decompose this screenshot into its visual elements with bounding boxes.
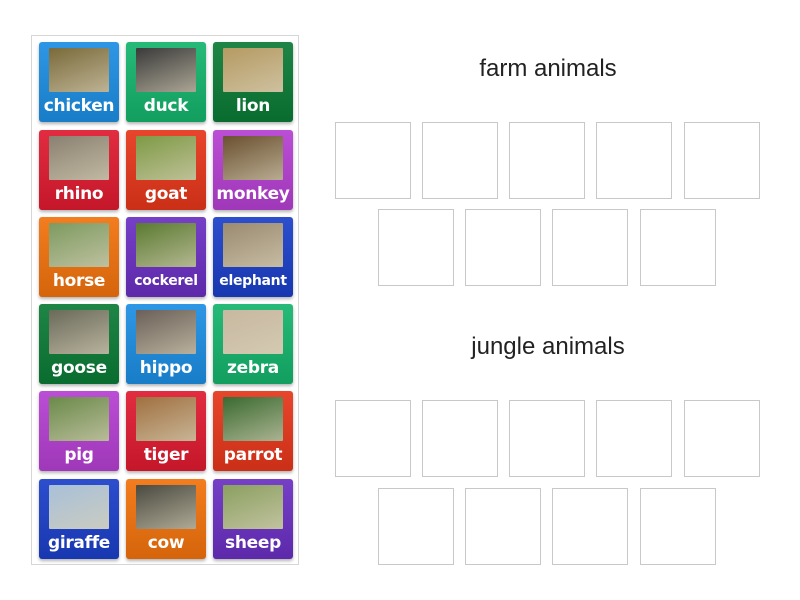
tile-label: goat <box>144 184 188 204</box>
tile-label: goose <box>51 358 107 378</box>
hippo-image <box>136 310 196 354</box>
tile-label: giraffe <box>47 533 111 553</box>
lion-image <box>223 48 283 92</box>
group-title: farm animals <box>479 55 617 82</box>
drop-slot[interactable] <box>596 122 672 199</box>
drop-slot[interactable] <box>684 400 760 477</box>
tile-monkey[interactable]: monkey <box>213 130 293 210</box>
tile-label: elephant <box>219 273 287 289</box>
tile-goat[interactable]: goat <box>126 130 206 210</box>
giraffe-image <box>49 485 109 529</box>
tile-goose[interactable]: goose <box>39 304 119 384</box>
tile-label: cockerel <box>134 273 198 289</box>
rhino-image <box>49 136 109 180</box>
pig-image <box>49 397 109 441</box>
drop-slot[interactable] <box>465 209 541 286</box>
drop-slot[interactable] <box>335 400 411 477</box>
tile-label: horse <box>52 271 106 291</box>
monkey-image <box>223 136 283 180</box>
drop-slot[interactable] <box>684 122 760 199</box>
tile-label: sheep <box>225 533 281 553</box>
tile-cockerel[interactable]: cockerel <box>126 217 206 297</box>
drop-slot[interactable] <box>552 488 628 565</box>
tile-tiger[interactable]: tiger <box>126 391 206 471</box>
drop-slot[interactable] <box>509 400 585 477</box>
drop-slot[interactable] <box>465 488 541 565</box>
group-title: jungle animals <box>471 333 625 360</box>
drop-slot[interactable] <box>552 209 628 286</box>
duck-image <box>136 48 196 92</box>
tile-hippo[interactable]: hippo <box>126 304 206 384</box>
tile-rhino[interactable]: rhino <box>39 130 119 210</box>
drop-slot[interactable] <box>422 122 498 199</box>
tile-label: lion <box>235 96 271 116</box>
tile-pig[interactable]: pig <box>39 391 119 471</box>
drop-slot[interactable] <box>509 122 585 199</box>
drop-slot[interactable] <box>335 122 411 199</box>
horse-image <box>49 223 109 267</box>
tile-label: pig <box>64 445 94 465</box>
tile-label: zebra <box>227 358 279 378</box>
tile-lion[interactable]: lion <box>213 42 293 122</box>
tile-zebra[interactable]: zebra <box>213 304 293 384</box>
elephant-image <box>223 223 283 267</box>
tile-label: rhino <box>54 184 104 204</box>
sheep-image <box>223 485 283 529</box>
tile-horse[interactable]: horse <box>39 217 119 297</box>
chicken-image <box>49 48 109 92</box>
tile-label: monkey <box>216 184 290 204</box>
tile-giraffe[interactable]: giraffe <box>39 479 119 559</box>
drop-slot[interactable] <box>640 488 716 565</box>
drop-slot[interactable] <box>378 209 454 286</box>
tile-label: duck <box>143 96 189 116</box>
drop-slot[interactable] <box>596 400 672 477</box>
tile-label: cow <box>147 533 185 553</box>
goose-image <box>49 310 109 354</box>
drop-slot[interactable] <box>640 209 716 286</box>
tile-duck[interactable]: duck <box>126 42 206 122</box>
cow-image <box>136 485 196 529</box>
tile-label: chicken <box>43 96 115 116</box>
tile-label: hippo <box>139 358 193 378</box>
cockerel-image <box>136 223 196 267</box>
tile-chicken[interactable]: chicken <box>39 42 119 122</box>
goat-image <box>136 136 196 180</box>
tile-elephant[interactable]: elephant <box>213 217 293 297</box>
tile-cow[interactable]: cow <box>126 479 206 559</box>
tile-label: tiger <box>143 445 189 465</box>
tile-parrot[interactable]: parrot <box>213 391 293 471</box>
tile-label: parrot <box>223 445 283 465</box>
parrot-image <box>223 397 283 441</box>
tiger-image <box>136 397 196 441</box>
tile-sheep[interactable]: sheep <box>213 479 293 559</box>
zebra-image <box>223 310 283 354</box>
drop-slot[interactable] <box>422 400 498 477</box>
drop-slot[interactable] <box>378 488 454 565</box>
